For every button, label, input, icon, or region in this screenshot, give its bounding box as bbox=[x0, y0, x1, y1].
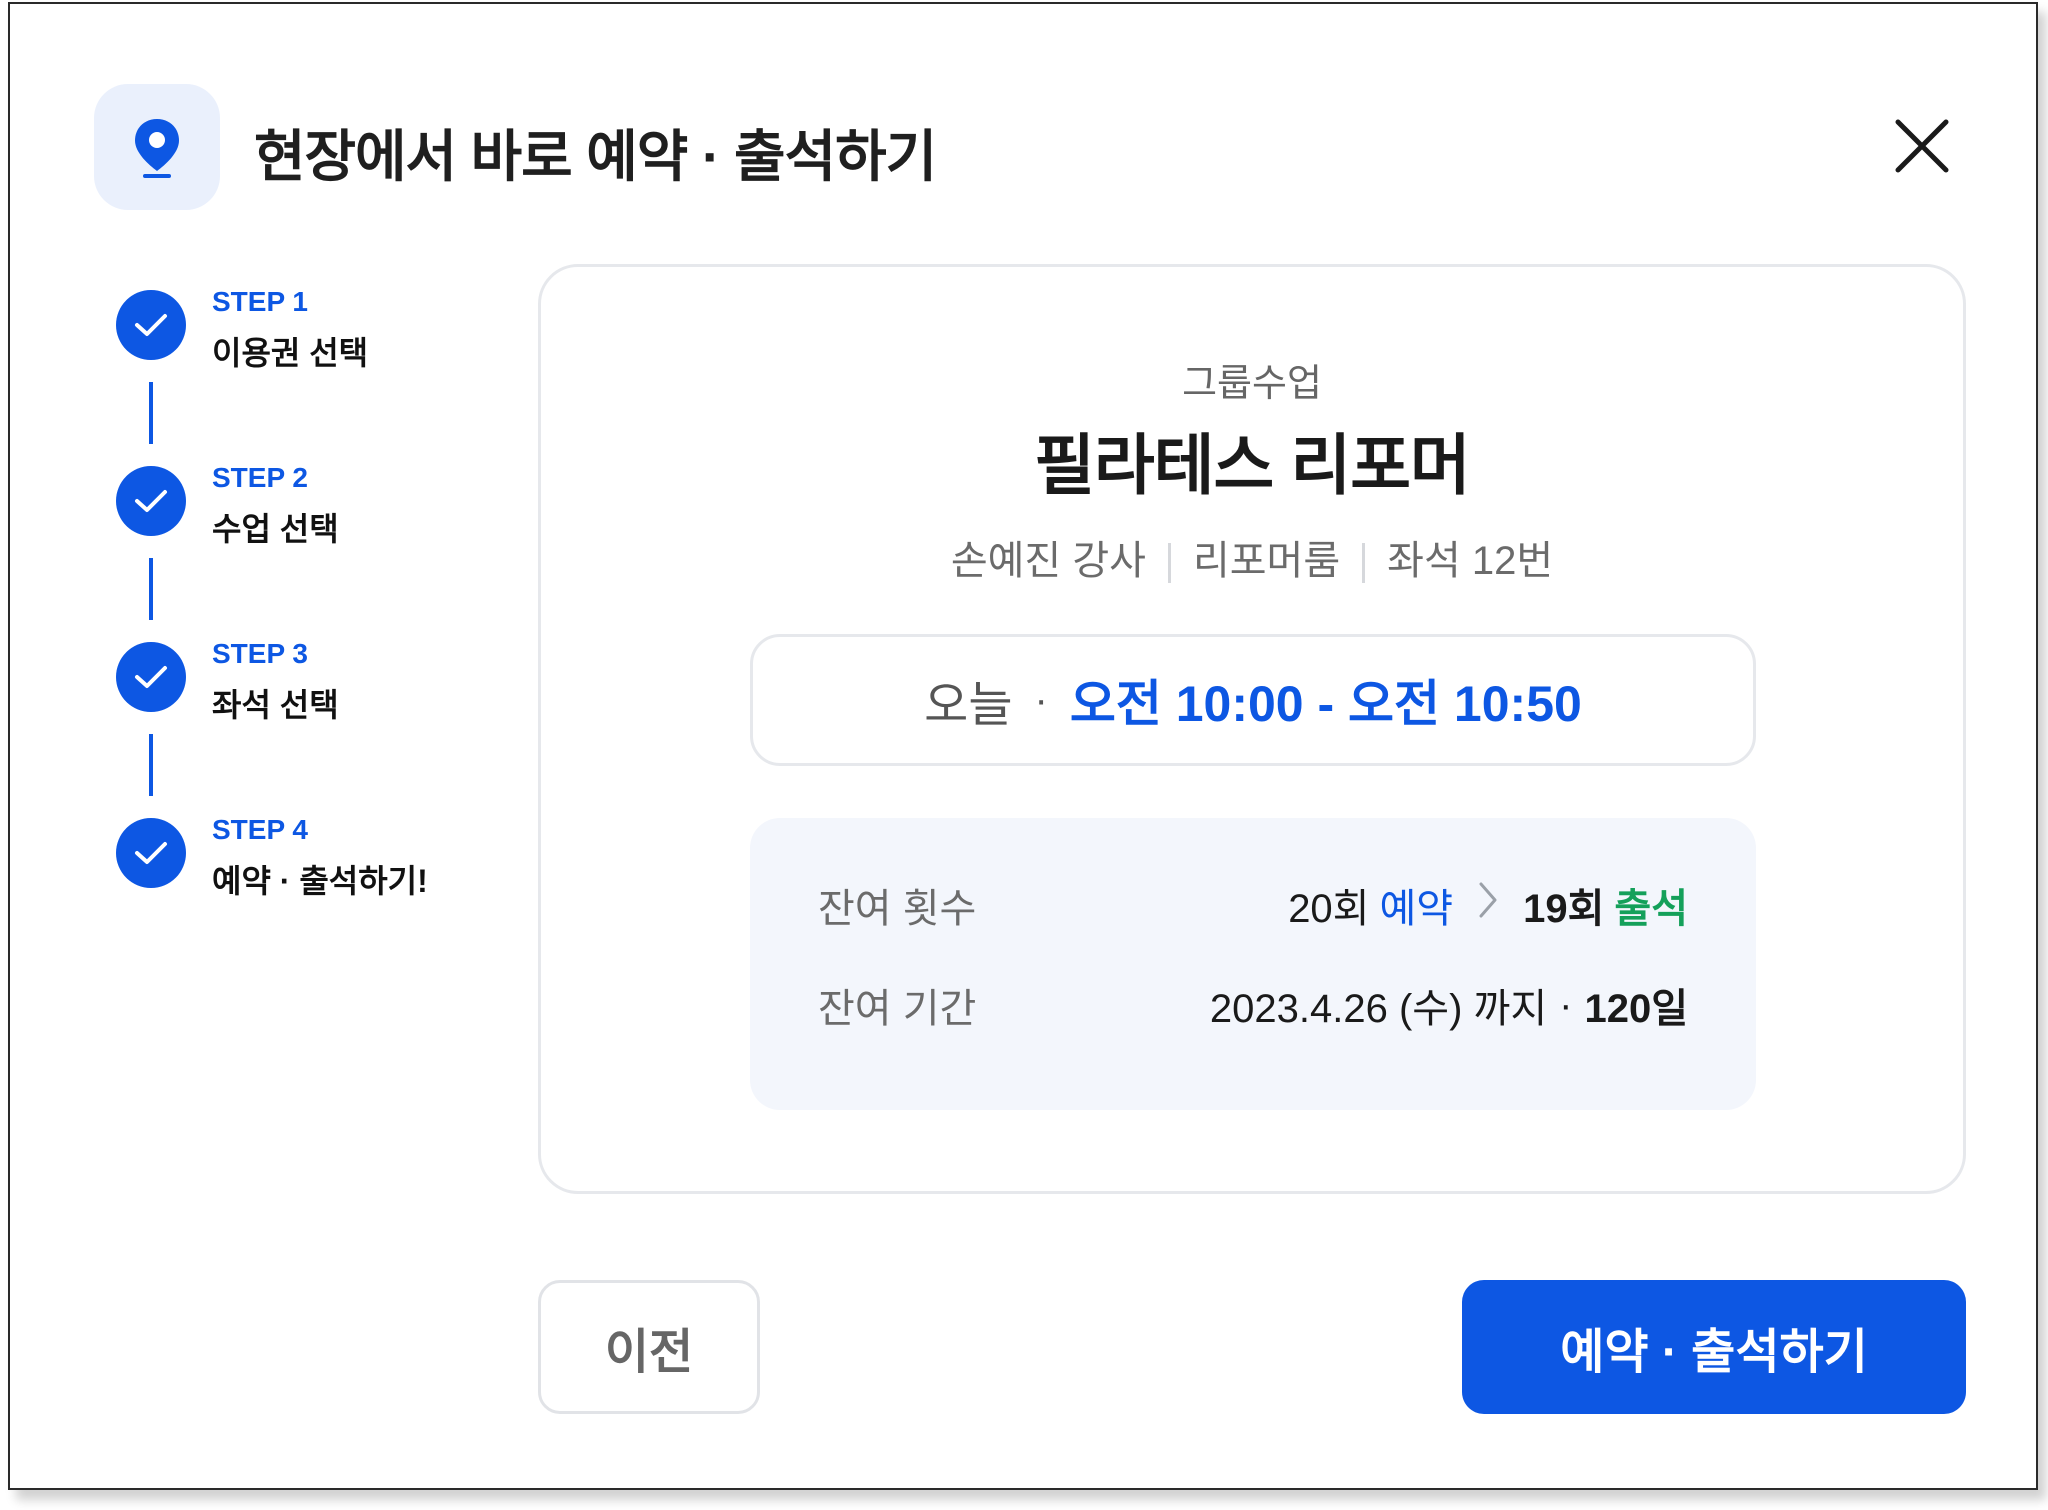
instructor-name: 손예진 강사 bbox=[950, 539, 1146, 583]
remaining-count-label: 잔여 횟수 bbox=[818, 887, 977, 931]
step-2-check-icon bbox=[116, 466, 186, 536]
step-connector bbox=[149, 382, 153, 444]
divider bbox=[1167, 543, 1171, 584]
step-4-number: STEP 4 bbox=[212, 814, 308, 845]
class-name: 필라테스 리포머 bbox=[1034, 428, 1470, 502]
period-days: 120일 bbox=[1584, 987, 1688, 1031]
close-button[interactable] bbox=[1890, 114, 1954, 178]
period-separator: · bbox=[1559, 982, 1573, 1027]
reserve-attend-button[interactable]: 예약 · 출석하기 bbox=[1462, 1280, 1966, 1414]
step-1-check-icon bbox=[116, 290, 186, 360]
step-2-label: 수업 선택 bbox=[212, 511, 339, 547]
time-separator: · bbox=[1034, 677, 1048, 722]
step-3-label: 좌석 선택 bbox=[212, 687, 339, 723]
modal-title: 현장에서 바로 예약 · 출석하기 bbox=[254, 125, 937, 188]
header-icon-container bbox=[94, 84, 220, 210]
count-before-word: 예약 bbox=[1379, 887, 1454, 931]
step-1-number: STEP 1 bbox=[212, 286, 308, 317]
divider bbox=[1362, 543, 1366, 584]
step-2-number: STEP 2 bbox=[212, 462, 308, 493]
ticket-info-box: 잔여 횟수 20회 예약 19회 출석 잔여 기간 2023.4.26 (수) … bbox=[750, 818, 1756, 1110]
chevron-right-icon bbox=[1477, 880, 1499, 930]
room-name: 리포머룸 bbox=[1192, 539, 1341, 583]
period-until: 2023.4.26 (수) 까지 bbox=[1209, 987, 1548, 1031]
modal-dialog: 현장에서 바로 예약 · 출석하기 STEP 1 이용권 선택 STEP 2 수… bbox=[8, 2, 2038, 1490]
step-4-label: 예약 · 출석하기! bbox=[212, 863, 428, 899]
step-3-number: STEP 3 bbox=[212, 638, 308, 669]
step-1-label: 이용권 선택 bbox=[212, 335, 369, 371]
location-pin-icon bbox=[135, 119, 179, 178]
step-connector bbox=[149, 734, 153, 796]
seat-number: 좌석 12번 bbox=[1387, 539, 1554, 583]
remaining-period-value: 2023.4.26 (수) 까지 · 120일 bbox=[1210, 976, 1688, 1034]
time-range: 오전 10:00 - 오전 10:50 bbox=[1069, 676, 1582, 732]
class-type: 그룹수업 bbox=[1182, 363, 1322, 405]
class-meta: 손예진 강사 리포머룸 좌석 12번 bbox=[538, 528, 1966, 586]
time-day: 오늘 bbox=[924, 679, 1013, 732]
remaining-period-label: 잔여 기간 bbox=[818, 987, 977, 1031]
count-after: 19회 bbox=[1523, 887, 1605, 931]
remaining-count-value: 20회 예약 19회 출석 bbox=[1288, 876, 1688, 934]
class-time-box: 오늘 · 오전 10:00 - 오전 10:50 bbox=[750, 634, 1756, 766]
count-before: 20회 bbox=[1288, 887, 1370, 931]
step-4-check-icon bbox=[116, 818, 186, 888]
count-after-word: 출석 bbox=[1614, 887, 1688, 931]
step-connector bbox=[149, 558, 153, 620]
close-icon bbox=[1895, 119, 1949, 173]
step-3-check-icon bbox=[116, 642, 186, 712]
prev-button[interactable]: 이전 bbox=[538, 1280, 760, 1414]
